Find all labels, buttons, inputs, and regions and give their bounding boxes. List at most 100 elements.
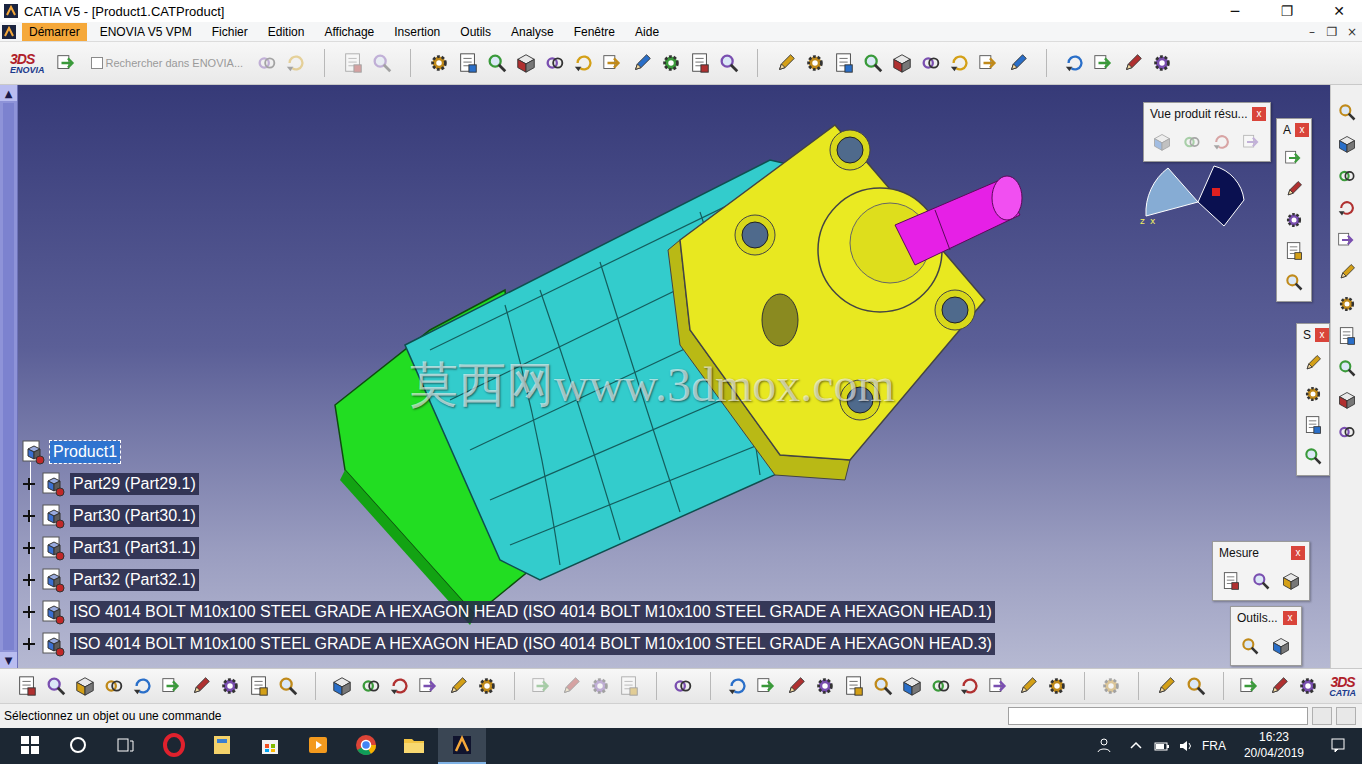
tool-button[interactable] [716, 50, 742, 76]
floating-toolbar[interactable]: Mesurex [1212, 541, 1310, 601]
taskbar-app[interactable] [390, 728, 438, 764]
tool-button[interactable] [1334, 163, 1360, 189]
clock[interactable]: 16:2320/04/2019 [1234, 730, 1314, 761]
taskbar-app[interactable] [342, 728, 390, 764]
tool-button[interactable] [1281, 176, 1307, 202]
menu-item[interactable]: Aide [628, 23, 666, 41]
tool-button[interactable] [1300, 412, 1326, 438]
speaker-icon[interactable] [1178, 738, 1194, 754]
scroll-down[interactable]: ▼ [0, 652, 17, 668]
expand-icon[interactable] [22, 637, 36, 651]
tree-label[interactable]: ISO 4014 BOLT M10x100 STEEL GRADE A HEXA… [70, 601, 995, 623]
task-view-button[interactable] [102, 728, 150, 764]
tool-button[interactable] [928, 673, 954, 699]
taskbar-app[interactable] [294, 728, 342, 764]
input-language[interactable]: FRA [1194, 739, 1234, 753]
tool-button[interactable] [616, 673, 642, 699]
tool-button[interactable] [1120, 50, 1146, 76]
tool-button[interactable] [1334, 291, 1360, 317]
taskbar-app[interactable] [198, 728, 246, 764]
tool-button[interactable] [188, 673, 214, 699]
tree-row[interactable]: Part32 (Part32.1) [20, 564, 995, 596]
tool-button[interactable] [1210, 129, 1235, 155]
menu-item[interactable]: Edition [261, 23, 312, 41]
3d-viewport[interactable]: 莫西网www.3dmox.comzxProduct1Part29 (Part29… [18, 85, 1330, 668]
tree-row[interactable]: Product1 [20, 436, 995, 468]
tool-button[interactable] [1295, 673, 1321, 699]
menu-item[interactable]: Fenêtre [567, 23, 622, 41]
tool-button[interactable] [754, 673, 780, 699]
notification-icon[interactable] [1330, 737, 1346, 753]
tree-row[interactable]: Part29 (Part29.1) [20, 468, 995, 500]
floating-toolbar-header[interactable]: Mesurex [1213, 542, 1309, 564]
tool-button[interactable] [687, 50, 713, 76]
tool-button[interactable] [426, 50, 452, 76]
status-button[interactable] [1312, 707, 1332, 725]
document-control[interactable]: × [1342, 23, 1362, 41]
tool-button[interactable] [340, 50, 366, 76]
tree-label[interactable]: Part31 (Part31.1) [70, 537, 199, 559]
tree-row[interactable]: ISO 4014 BOLT M10x100 STEEL GRADE A HEXA… [20, 596, 995, 628]
tool-button[interactable] [1183, 673, 1209, 699]
floating-toolbar-header[interactable]: Outils...x [1231, 607, 1301, 629]
tool-button[interactable] [14, 673, 40, 699]
people-button[interactable] [1080, 728, 1128, 764]
notifications-button[interactable] [1314, 728, 1362, 764]
tool-button[interactable] [1005, 50, 1031, 76]
tool-button[interactable] [1239, 129, 1264, 155]
menu-item[interactable]: Démarrer [22, 23, 87, 41]
tool-button[interactable] [947, 50, 973, 76]
menu-item[interactable]: Insertion [387, 23, 447, 41]
tool-button[interactable] [1153, 673, 1179, 699]
window-control[interactable]: ✕ [1316, 0, 1362, 22]
expand-icon[interactable] [22, 605, 36, 619]
window-control[interactable]: ─ [1212, 0, 1258, 22]
tool-button[interactable] [1219, 568, 1244, 594]
tool-button[interactable] [1098, 673, 1124, 699]
tool-button[interactable] [870, 673, 896, 699]
tool-button[interactable] [1149, 50, 1175, 76]
tool-button[interactable] [1015, 673, 1041, 699]
tool-button[interactable] [1334, 419, 1360, 445]
close-button[interactable]: x [1291, 546, 1305, 560]
tool-button[interactable] [275, 673, 301, 699]
tool-button[interactable] [283, 50, 309, 76]
floating-toolbar-header[interactable]: Ax [1277, 119, 1311, 141]
floating-toolbar[interactable]: Outils...x [1230, 606, 1302, 666]
taskbar-app[interactable] [246, 728, 294, 764]
floating-toolbar[interactable]: Ax [1276, 118, 1312, 302]
tool-button[interactable] [600, 50, 626, 76]
tool-button[interactable] [217, 673, 243, 699]
tool-button[interactable] [1281, 269, 1307, 295]
tool-button[interactable] [1334, 355, 1360, 381]
tool-button[interactable] [889, 50, 915, 76]
document-control[interactable]: – [1302, 23, 1322, 41]
tree-label[interactable]: Part30 (Part30.1) [70, 505, 199, 527]
close-button[interactable]: x [1315, 328, 1329, 342]
menu-item[interactable]: Affichage [317, 23, 381, 41]
tool-button[interactable] [1237, 673, 1263, 699]
tool-button[interactable] [1249, 568, 1274, 594]
command-input[interactable] [1008, 707, 1308, 725]
tool-button[interactable] [860, 50, 886, 76]
menu-item[interactable]: Fichier [205, 23, 255, 41]
tool-button[interactable] [1334, 227, 1360, 253]
document-control[interactable]: ❐ [1322, 23, 1342, 41]
floating-toolbar[interactable]: Vue produit résu...x [1143, 102, 1271, 162]
tool-button[interactable] [841, 673, 867, 699]
tool-button[interactable] [1334, 323, 1360, 349]
scroll-track[interactable] [3, 103, 14, 650]
tool-button[interactable] [1180, 129, 1205, 155]
chevron-icon[interactable] [1128, 738, 1144, 754]
tool-button[interactable] [455, 50, 481, 76]
window-control[interactable]: ❐ [1264, 0, 1310, 22]
tree-row[interactable]: ISO 4014 BOLT M10x100 STEEL GRADE A HEXA… [20, 628, 995, 660]
tool-button[interactable] [1300, 381, 1326, 407]
tool-button[interactable] [976, 50, 1002, 76]
tool-button[interactable] [1062, 50, 1088, 76]
taskbar-app[interactable] [150, 728, 198, 764]
tool-button[interactable] [246, 673, 272, 699]
tool-button[interactable] [254, 50, 280, 76]
compass-icon[interactable]: zx [1138, 160, 1250, 240]
tool-button[interactable] [1266, 673, 1292, 699]
